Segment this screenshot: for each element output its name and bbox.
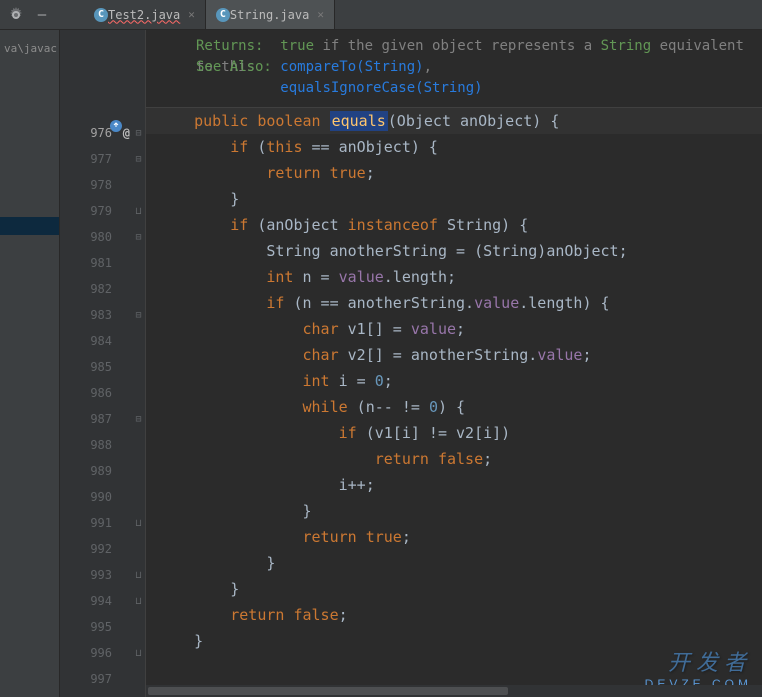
java-class-icon: C: [94, 8, 108, 22]
main-area: va\javac 976 @ 977 978 979 980 981 982 9…: [0, 30, 762, 697]
code-line[interactable]: }: [146, 186, 762, 212]
minimize-icon[interactable]: —: [32, 5, 52, 25]
code-line[interactable]: }: [146, 550, 762, 576]
scrollbar-thumb[interactable]: [148, 687, 508, 695]
title-bar: — C Test2.java ✕ C String.java ✕: [0, 0, 762, 30]
line-number[interactable]: 983: [60, 302, 132, 328]
code-line[interactable]: char v1[] = value;: [146, 316, 762, 342]
fold-end-icon[interactable]: ⊔: [132, 640, 145, 666]
line-number[interactable]: 993: [60, 562, 132, 588]
tab-label: String.java: [230, 8, 309, 22]
line-number[interactable]: 988: [60, 432, 132, 458]
doc-text: String: [601, 38, 652, 54]
sidebar-selected-item[interactable]: [0, 217, 59, 235]
annotation-icon[interactable]: @: [123, 120, 130, 146]
code-line[interactable]: if (v1[i] != v2[i]): [146, 420, 762, 446]
override-icon[interactable]: [110, 120, 122, 132]
code-content[interactable]: Returns: true if the given object repres…: [146, 30, 762, 697]
code-line[interactable]: return true;: [146, 160, 762, 186]
javadoc-block: Returns: true if the given object repres…: [146, 36, 762, 108]
line-number[interactable]: 977: [60, 146, 132, 172]
doc-text: if the given object represents a: [314, 38, 601, 54]
line-number[interactable]: 995: [60, 614, 132, 640]
code-line[interactable]: int n = value.length;: [146, 264, 762, 290]
code-line[interactable]: return false;: [146, 602, 762, 628]
code-line[interactable]: return true;: [146, 524, 762, 550]
sidebar-path: va\javac: [0, 40, 59, 57]
line-number[interactable]: 997: [60, 666, 132, 692]
line-number[interactable]: 985: [60, 354, 132, 380]
line-number[interactable]: 978: [60, 172, 132, 198]
code-line[interactable]: while (n-- != 0) {: [146, 394, 762, 420]
fold-mark-icon[interactable]: ⊟: [132, 406, 145, 432]
tab-label: Test2.java: [108, 8, 180, 22]
java-class-icon: C: [216, 8, 230, 22]
code-line[interactable]: if (this == anObject) {: [146, 134, 762, 160]
code-line[interactable]: char v2[] = anotherString.value;: [146, 342, 762, 368]
gear-icon[interactable]: [8, 7, 24, 23]
horizontal-scrollbar[interactable]: [146, 685, 762, 697]
fold-end-icon[interactable]: ⊔: [132, 562, 145, 588]
tab-test2[interactable]: C Test2.java ✕: [84, 0, 206, 29]
line-number[interactable]: 994: [60, 588, 132, 614]
code-line[interactable]: return false;: [146, 446, 762, 472]
line-gutter[interactable]: 976 @ 977 978 979 980 981 982 983 984 98…: [60, 30, 132, 697]
doc-seealso-tag: See Also:: [196, 59, 272, 75]
line-number[interactable]: 979: [60, 198, 132, 224]
watermark-text: 开发者: [668, 645, 752, 677]
line-number[interactable]: 976 @: [60, 120, 132, 146]
close-icon[interactable]: ✕: [317, 8, 324, 21]
project-sidebar[interactable]: va\javac: [0, 30, 60, 697]
code-line[interactable]: if (anObject instanceof String) {: [146, 212, 762, 238]
editor: 976 @ 977 978 979 980 981 982 983 984 98…: [60, 30, 762, 697]
doc-link[interactable]: equalsIgnoreCase(String): [280, 80, 482, 96]
code-line[interactable]: if (n == anotherString.value.length) {: [146, 290, 762, 316]
code-line[interactable]: }: [146, 498, 762, 524]
line-number[interactable]: 980: [60, 224, 132, 250]
fold-end-icon[interactable]: ⊔: [132, 198, 145, 224]
fold-mark-icon[interactable]: ⊟: [132, 120, 145, 146]
tab-string[interactable]: C String.java ✕: [206, 0, 335, 29]
line-number[interactable]: 982: [60, 276, 132, 302]
doc-link[interactable]: compareTo(String): [280, 59, 423, 75]
code-line[interactable]: public boolean equals(Object anObject) {: [146, 108, 762, 134]
fold-column[interactable]: ⊟ ⊟ ⊔ ⊟ ⊟ ⊟ ⊔ ⊔ ⊔ ⊔: [132, 30, 146, 697]
line-number[interactable]: 986: [60, 380, 132, 406]
line-number[interactable]: 996: [60, 640, 132, 666]
line-number[interactable]: 992: [60, 536, 132, 562]
line-number[interactable]: 989: [60, 458, 132, 484]
code-line[interactable]: i++;: [146, 472, 762, 498]
line-number[interactable]: 991: [60, 510, 132, 536]
fold-mark-icon[interactable]: ⊟: [132, 146, 145, 172]
line-number[interactable]: 984: [60, 328, 132, 354]
fold-end-icon[interactable]: ⊔: [132, 588, 145, 614]
fold-end-icon[interactable]: ⊔: [132, 510, 145, 536]
doc-returns-tag: Returns:: [196, 38, 263, 54]
line-number[interactable]: 987: [60, 406, 132, 432]
fold-mark-icon[interactable]: ⊟: [132, 302, 145, 328]
editor-tabs: C Test2.java ✕ C String.java ✕: [84, 0, 335, 29]
doc-text: true: [280, 38, 314, 54]
line-number[interactable]: 990: [60, 484, 132, 510]
code-line[interactable]: String anotherString = (String)anObject;: [146, 238, 762, 264]
fold-mark-icon[interactable]: ⊟: [132, 224, 145, 250]
close-icon[interactable]: ✕: [188, 8, 195, 21]
code-line[interactable]: int i = 0;: [146, 368, 762, 394]
line-number[interactable]: 981: [60, 250, 132, 276]
code-line[interactable]: }: [146, 576, 762, 602]
